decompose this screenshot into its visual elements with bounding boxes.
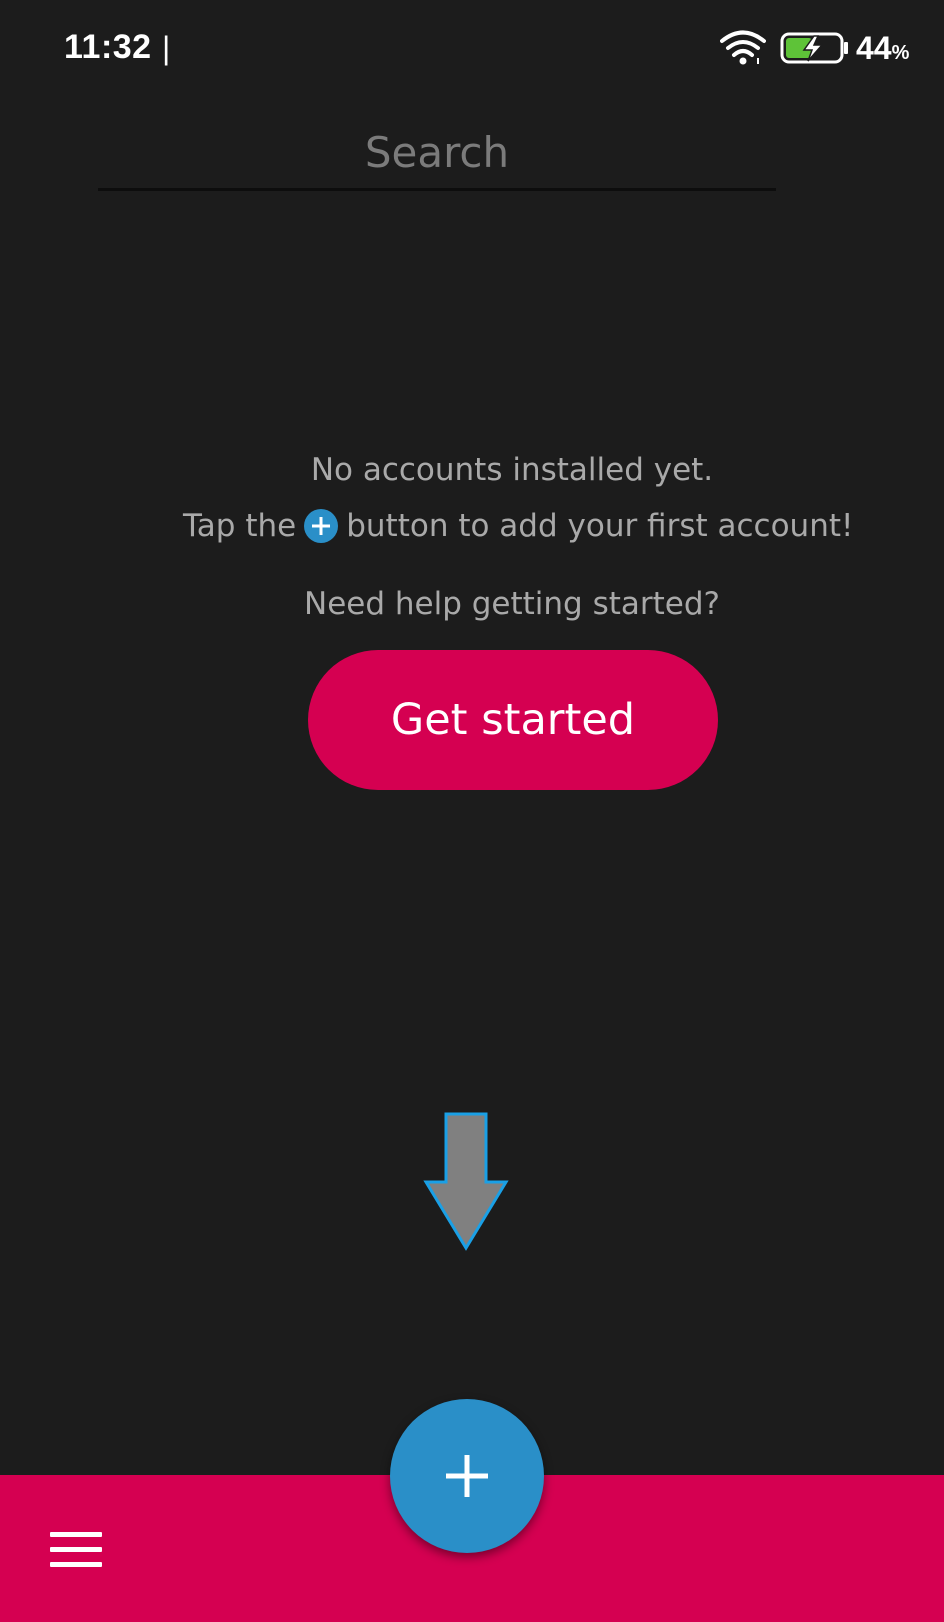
search-input[interactable]: [98, 120, 776, 184]
search-bar: [98, 120, 776, 191]
status-time: 11:32: [64, 28, 152, 66]
status-cursor: |: [162, 30, 171, 66]
instruction-text-after: button to add your first account!: [346, 508, 854, 544]
instruction-text-before: Tap the: [183, 508, 297, 544]
add-account-fab[interactable]: [390, 1399, 544, 1553]
hamburger-menu-icon[interactable]: [50, 1532, 104, 1572]
help-prompt: Need help getting started?: [304, 586, 720, 622]
empty-state-title: No accounts installed yet.: [310, 452, 714, 488]
plus-icon: [446, 1455, 488, 1497]
get-started-button[interactable]: Get started: [308, 650, 718, 790]
status-bar: 11:32 | 44%: [0, 0, 944, 96]
battery-charging-icon: [780, 32, 848, 64]
wifi-icon: [720, 30, 766, 65]
empty-state-instruction: Tap the button to add your first account…: [183, 508, 853, 544]
arrow-down-icon: [423, 1112, 509, 1251]
plus-circle-icon: [304, 509, 339, 543]
battery-percentage: 44%: [856, 30, 910, 66]
